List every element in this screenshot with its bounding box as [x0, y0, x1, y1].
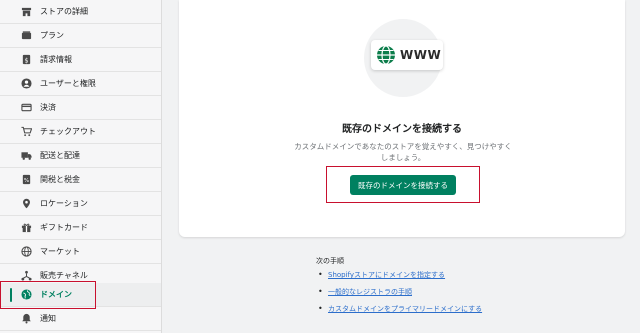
sidebar-item-label: ロケーション — [40, 199, 88, 208]
user-icon — [21, 78, 32, 89]
sidebar-item-label: 配送と配達 — [40, 151, 80, 160]
next-steps-list: Shopifyストアにドメインを指定する 一般的なレジストラの手順 カスタムドメ… — [316, 270, 482, 321]
sidebar-item-label: ストアの詳細 — [40, 7, 88, 16]
sidebar-item-checkout[interactable]: チェックアウト — [0, 120, 161, 144]
connect-domain-card: WWW 既存のドメインを接続する カスタムドメインであなたのストアを覚えやすく、… — [179, 0, 625, 237]
location-pin-icon — [21, 198, 32, 209]
bell-icon — [21, 313, 32, 324]
registrar-instructions-link[interactable]: 一般的なレジストラの手順 — [328, 288, 412, 296]
domain-globe-icon — [21, 289, 32, 300]
sidebar-item-label: ドメイン — [40, 290, 72, 299]
sidebar-item-label: ギフトカード — [40, 223, 88, 232]
store-icon — [21, 6, 32, 17]
sidebar-item-label: ユーザーと権限 — [40, 79, 96, 88]
point-domain-link[interactable]: Shopifyストアにドメインを指定する — [328, 271, 445, 279]
truck-icon — [21, 150, 32, 161]
sidebar-item-label: 販売チャネル — [40, 271, 88, 280]
page-title: 既存のドメインを接続する — [342, 124, 462, 135]
cart-icon — [21, 126, 32, 137]
globe-icon — [21, 246, 32, 257]
sidebar-item-shipping[interactable]: 配送と配達 — [0, 144, 161, 168]
sidebar-item-label: 決済 — [40, 103, 56, 112]
next-steps-title: 次の手順 — [316, 257, 344, 265]
sidebar-item-users[interactable]: ユーザーと権限 — [0, 72, 161, 96]
sidebar-item-markets[interactable]: マーケット — [0, 240, 161, 264]
sidebar-item-notifications[interactable]: 通知 — [0, 307, 161, 331]
svg-text:%: % — [24, 178, 29, 184]
set-primary-domain-link[interactable]: カスタムドメインをプライマリードメインにする — [328, 305, 482, 313]
active-indicator — [10, 288, 12, 302]
sidebar-item-domains[interactable]: ドメイン — [0, 283, 161, 307]
list-item: カスタムドメインをプライマリードメインにする — [316, 304, 482, 321]
sidebar-item-label: チェックアウト — [40, 127, 96, 136]
www-badge: WWW — [371, 40, 443, 70]
settings-sidebar: ストアの詳細 プラン $ 請求情報 ユーザーと権限 決済 チェックアウト 配送と… — [0, 0, 162, 333]
sidebar-item-store-details[interactable]: ストアの詳細 — [0, 0, 161, 24]
sidebar-item-label: プラン — [40, 31, 64, 40]
sidebar-item-locations[interactable]: ロケーション — [0, 192, 161, 216]
sidebar-item-gift-cards[interactable]: ギフトカード — [0, 216, 161, 240]
sidebar-item-billing[interactable]: $ 請求情報 — [0, 48, 161, 72]
sidebar-item-payments[interactable]: 決済 — [0, 96, 161, 120]
card-description: カスタムドメインであなたのストアを覚えやすく、見つけやすくしましょう。 — [294, 142, 512, 162]
billing-icon: $ — [21, 54, 32, 65]
next-steps-section: 次の手順 Shopifyストアにドメインを指定する 一般的なレジストラの手順 カ… — [316, 256, 482, 321]
svg-text:$: $ — [24, 56, 28, 64]
sidebar-item-taxes[interactable]: % 関税と税金 — [0, 168, 161, 192]
www-label: WWW — [400, 48, 442, 62]
connect-existing-domain-button[interactable]: 既存のドメインを接続する — [350, 175, 456, 195]
tax-icon: % — [21, 174, 32, 185]
sidebar-item-label: 通知 — [40, 314, 56, 323]
list-item: Shopifyストアにドメインを指定する — [316, 270, 482, 287]
sidebar-item-plan[interactable]: プラン — [0, 24, 161, 48]
sidebar-item-label: マーケット — [40, 247, 80, 256]
channels-icon — [21, 270, 32, 281]
gift-icon — [21, 222, 32, 233]
list-item: 一般的なレジストラの手順 — [316, 287, 482, 304]
payments-icon — [21, 102, 32, 113]
sidebar-item-label: 請求情報 — [40, 55, 72, 64]
sidebar-item-label: 関税と税金 — [40, 175, 80, 184]
plan-icon — [21, 30, 32, 41]
www-globe-icon — [377, 45, 395, 65]
